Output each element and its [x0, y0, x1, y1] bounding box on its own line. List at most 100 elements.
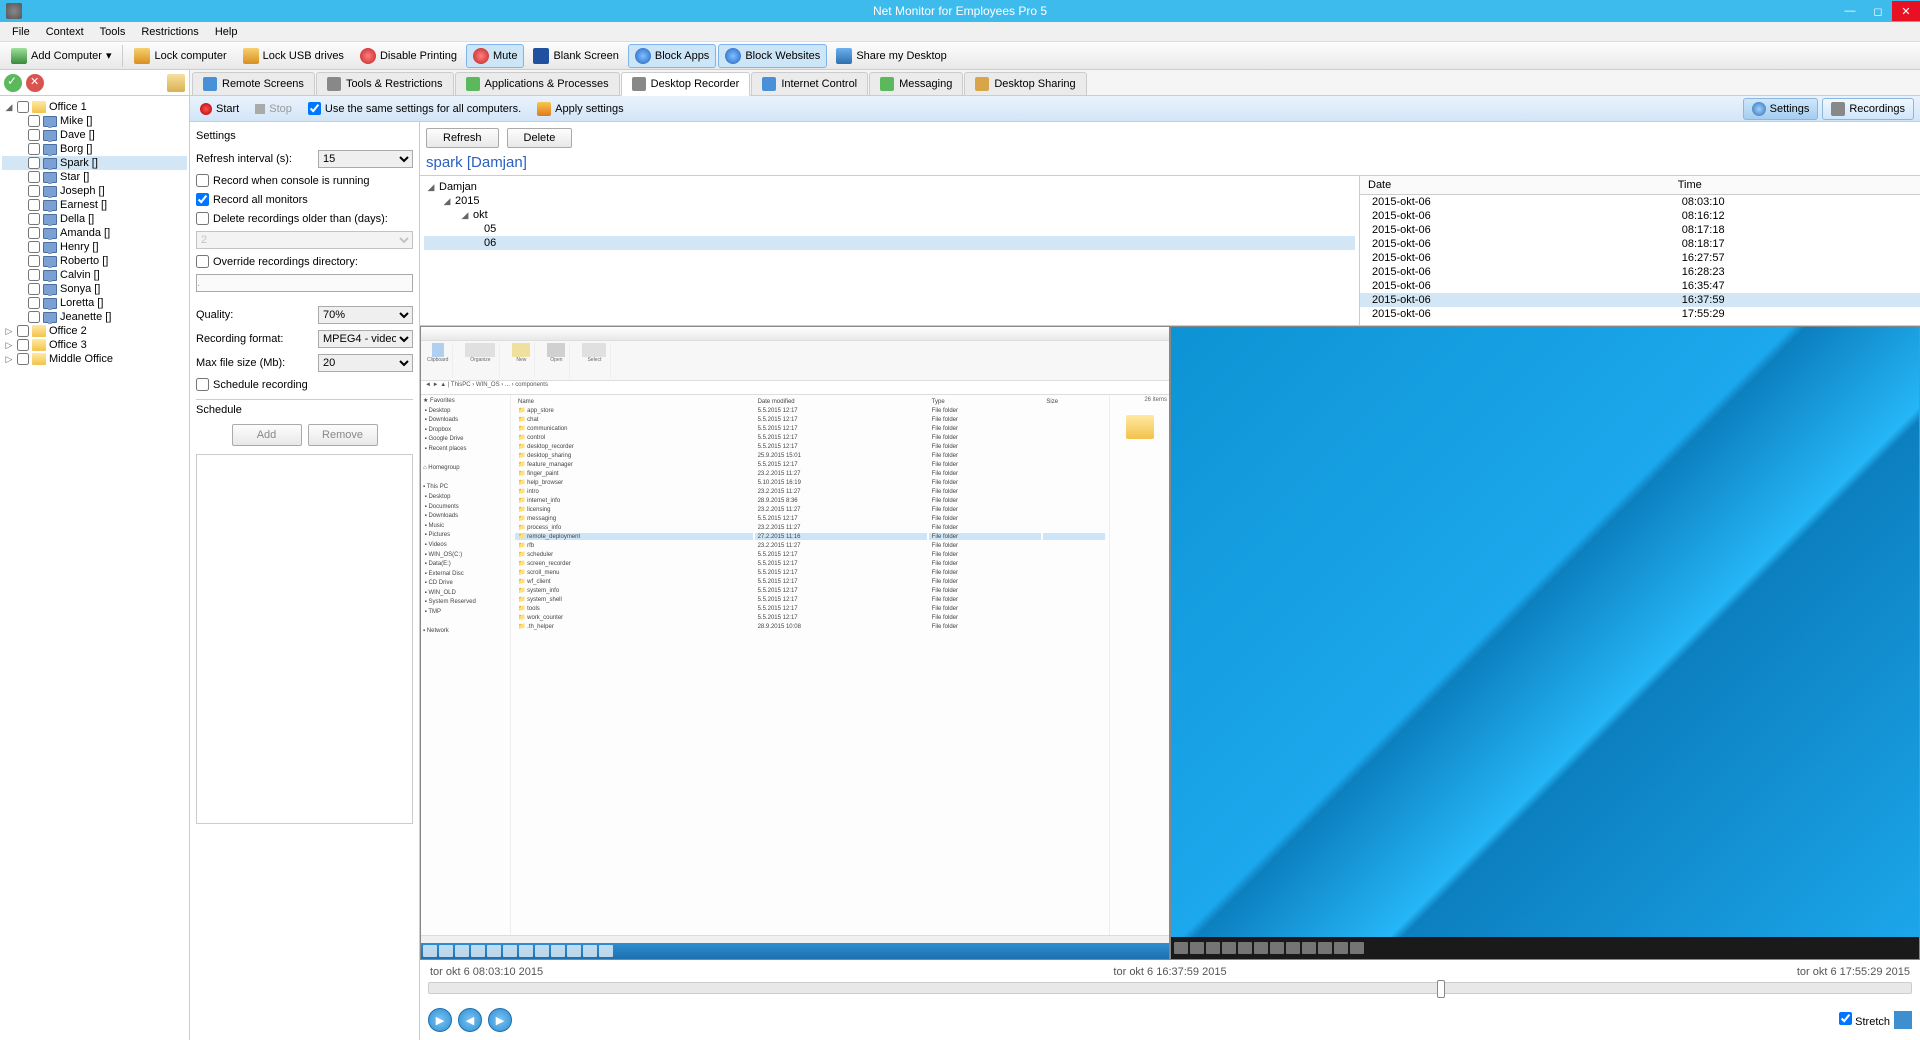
tree-user[interactable]: Joseph [] — [2, 184, 187, 198]
expand-icon[interactable]: ▷ — [4, 354, 14, 364]
checkbox[interactable] — [1839, 1012, 1852, 1025]
block-websites-button[interactable]: Block Websites — [718, 44, 827, 68]
checkbox[interactable] — [28, 297, 40, 309]
tree-user[interactable]: Earnest [] — [2, 198, 187, 212]
maximize-button[interactable]: ◻ — [1864, 1, 1892, 21]
checkbox[interactable] — [28, 269, 40, 281]
tree-user[interactable]: Loretta [] — [2, 296, 187, 310]
override-dir-checkbox[interactable] — [196, 255, 209, 268]
column-header[interactable]: Date — [1360, 176, 1670, 195]
collapse-icon[interactable]: ◢ — [442, 196, 452, 206]
checkbox[interactable] — [28, 311, 40, 323]
timeline-thumb[interactable] — [1437, 980, 1445, 998]
refresh-button[interactable]: Refresh — [426, 128, 499, 148]
disable-print-button[interactable]: Disable Printing — [353, 44, 464, 68]
tab-internet-control[interactable]: Internet Control — [751, 72, 868, 95]
recording-row[interactable]: 2015-okt-0608:16:12 — [1360, 209, 1920, 223]
recording-row[interactable]: 2015-okt-0608:18:17 — [1360, 237, 1920, 251]
checkbox[interactable] — [28, 143, 40, 155]
recording-row[interactable]: 2015-okt-0617:55:29 — [1360, 307, 1920, 321]
year-node[interactable]: 2015 — [455, 195, 479, 207]
delete-button[interactable]: Delete — [507, 128, 573, 148]
checkbox[interactable] — [28, 115, 40, 127]
prev-button[interactable]: ◀ — [458, 1008, 482, 1032]
collapse-icon[interactable]: ◢ — [4, 102, 14, 112]
checkbox[interactable] — [28, 227, 40, 239]
checkbox[interactable] — [17, 325, 29, 337]
day-node[interactable]: 06 — [484, 237, 496, 249]
checkbox[interactable] — [28, 199, 40, 211]
recording-row[interactable]: 2015-okt-0608:03:10 — [1360, 195, 1920, 210]
schedule-add-button[interactable]: Add — [232, 424, 302, 446]
checkbox[interactable] — [28, 157, 40, 169]
tree-user[interactable]: Sonya [] — [2, 282, 187, 296]
user-node[interactable]: Damjan — [439, 181, 477, 193]
tree-group[interactable]: ▷Middle Office — [2, 352, 187, 366]
date-tree[interactable]: ◢Damjan ◢2015 ◢okt 05 06 — [420, 176, 1360, 325]
rec-all-checkbox[interactable] — [196, 193, 209, 206]
rec-console-checkbox[interactable] — [196, 174, 209, 187]
tree-user[interactable]: Roberto [] — [2, 254, 187, 268]
stop-button[interactable]: Stop — [251, 101, 296, 117]
expand-icon[interactable]: ▷ — [4, 340, 14, 350]
share-desktop-button[interactable]: Share my Desktop — [829, 44, 953, 68]
recordings-table[interactable]: DateTime2015-okt-0608:03:102015-okt-0608… — [1360, 176, 1920, 325]
mute-button[interactable]: Mute — [466, 44, 524, 68]
tab-messaging[interactable]: Messaging — [869, 72, 963, 95]
recording-row[interactable]: 2015-okt-0608:17:18 — [1360, 223, 1920, 237]
recording-row[interactable]: 2015-okt-0616:35:47 — [1360, 279, 1920, 293]
start-button[interactable]: Start — [196, 101, 243, 117]
tab-remote-screens[interactable]: Remote Screens — [192, 72, 315, 95]
menu-restrictions[interactable]: Restrictions — [133, 24, 206, 40]
minimize-button[interactable]: — — [1836, 1, 1864, 21]
computer-tree[interactable]: ◢Office 1Mike []Dave []Borg []Spark []St… — [0, 96, 189, 1040]
checkbox[interactable] — [28, 213, 40, 225]
delete-old-checkbox[interactable] — [196, 212, 209, 225]
tree-user[interactable]: Borg [] — [2, 142, 187, 156]
checkbox[interactable] — [28, 283, 40, 295]
tab-desktop-recorder[interactable]: Desktop Recorder — [621, 72, 751, 96]
tree-group[interactable]: ▷Office 3 — [2, 338, 187, 352]
refresh-select[interactable]: 15 — [318, 150, 413, 168]
menu-context[interactable]: Context — [38, 24, 92, 40]
tab-desktop-sharing[interactable]: Desktop Sharing — [964, 72, 1086, 95]
tree-user[interactable]: Amanda [] — [2, 226, 187, 240]
apply-settings-button[interactable]: Apply settings — [533, 100, 627, 118]
tree-user[interactable]: Henry [] — [2, 240, 187, 254]
recording-row[interactable]: 2015-okt-0616:37:59 — [1360, 293, 1920, 307]
tab-applications-processes[interactable]: Applications & Processes — [455, 72, 620, 95]
tree-group[interactable]: ▷Office 2 — [2, 324, 187, 338]
menu-help[interactable]: Help — [207, 24, 246, 40]
tree-user[interactable]: Spark [] — [2, 156, 187, 170]
tree-user[interactable]: Della [] — [2, 212, 187, 226]
menu-tools[interactable]: Tools — [92, 24, 134, 40]
fullscreen-icon[interactable] — [1894, 1011, 1912, 1029]
settings-view-button[interactable]: Settings — [1743, 98, 1819, 120]
add-computer-button[interactable]: Add Computer ▾ — [4, 44, 118, 68]
checkbox[interactable] — [28, 185, 40, 197]
checkbox[interactable] — [28, 241, 40, 253]
month-node[interactable]: okt — [473, 209, 488, 221]
block-apps-button[interactable]: Block Apps — [628, 44, 716, 68]
tree-user[interactable]: Calvin [] — [2, 268, 187, 282]
day-node[interactable]: 05 — [484, 223, 496, 235]
same-settings-checkbox[interactable]: Use the same settings for all computers. — [304, 100, 525, 117]
recording-row[interactable]: 2015-okt-0616:28:23 — [1360, 265, 1920, 279]
maxsize-select[interactable]: 20 — [318, 354, 413, 372]
play-button[interactable]: ▶ — [428, 1008, 452, 1032]
timeline-track[interactable] — [428, 982, 1912, 994]
checkbox[interactable] — [28, 129, 40, 141]
tab-tools-restrictions[interactable]: Tools & Restrictions — [316, 72, 454, 95]
config-icon[interactable] — [167, 74, 185, 92]
tree-user[interactable]: Dave [] — [2, 128, 187, 142]
cross-icon[interactable] — [26, 74, 44, 92]
schedule-remove-button[interactable]: Remove — [308, 424, 378, 446]
column-header[interactable]: Time — [1670, 176, 1920, 195]
next-button[interactable]: ▶ — [488, 1008, 512, 1032]
recording-row[interactable]: 2015-okt-0616:27:57 — [1360, 251, 1920, 265]
recording-thumbnail-right[interactable] — [1170, 326, 1920, 960]
collapse-icon[interactable]: ◢ — [426, 182, 436, 192]
tree-user[interactable]: Jeanette [] — [2, 310, 187, 324]
stretch-checkbox[interactable]: Stretch — [1839, 1012, 1890, 1028]
expand-icon[interactable]: ▷ — [4, 326, 14, 336]
